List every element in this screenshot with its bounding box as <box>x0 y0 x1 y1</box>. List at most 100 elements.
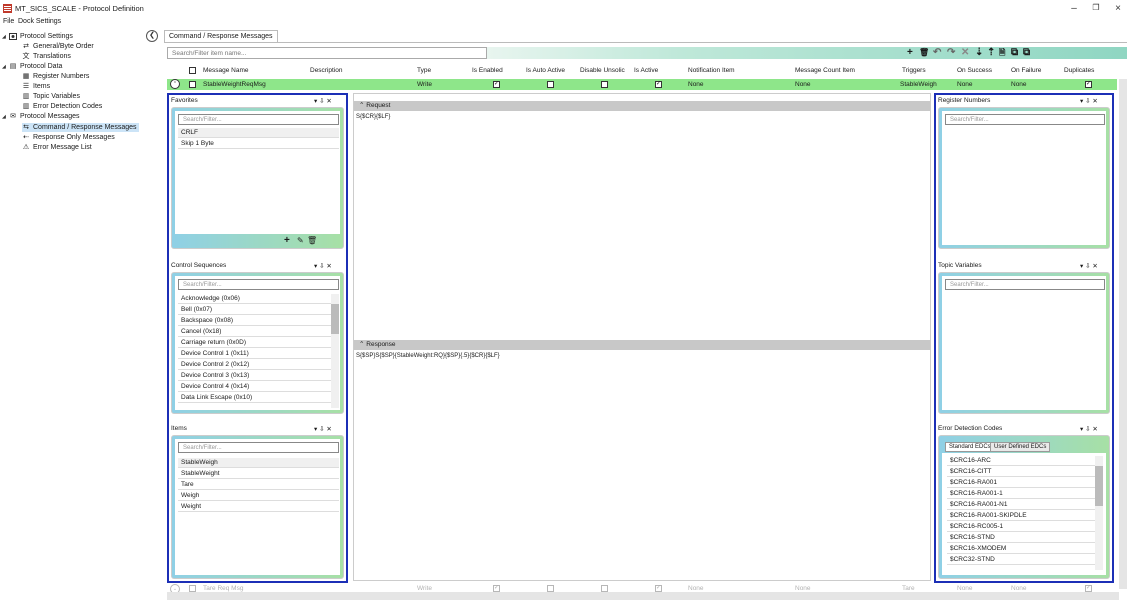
delete-favorite-icon[interactable]: 🗑 <box>307 236 317 245</box>
duplicates-checkbox[interactable]: ✓ <box>1085 585 1092 592</box>
tab-standard-edcs[interactable]: Standard EDCs <box>945 442 995 452</box>
list-item[interactable]: $CRC16-RA001 <box>947 478 1095 488</box>
favorites-panel-controls[interactable]: ▾ ⇩ ✕ <box>314 97 332 105</box>
move-up-icon[interactable]: ⇡ <box>987 47 995 59</box>
edit-favorite-icon[interactable]: ✎ <box>297 236 304 245</box>
col-message-name[interactable]: Message Name <box>203 67 249 74</box>
message-search-input[interactable]: Search/Filter item name... <box>167 47 487 59</box>
is-enabled-checkbox[interactable]: ✓ <box>493 585 500 592</box>
list-item[interactable]: $CRC16-STND <box>947 533 1095 543</box>
list-item[interactable]: Weigh <box>178 491 339 501</box>
col-message-count-item[interactable]: Message Count Item <box>795 67 855 74</box>
tree-item-protocol-settings[interactable]: ◢ Protocol Settings <box>2 32 73 41</box>
cell-notification-item[interactable]: None <box>688 585 704 592</box>
topic-variables-search-input[interactable]: Search/Filter... <box>945 279 1105 290</box>
list-item[interactable]: Device Control 1 (0x11) <box>178 349 331 359</box>
response-text[interactable]: S{$SP}S{$SP}{StableWeight:RQ}{$SP}{.5}{$… <box>356 353 500 359</box>
menu-dock-settings[interactable]: Dock Settings <box>18 18 61 25</box>
tree-item-response-only-messages[interactable]: ⇠ Response Only Messages <box>22 133 115 142</box>
cell-message-count-item[interactable]: None <box>795 81 811 88</box>
list-item[interactable]: Device Control 3 (0x13) <box>178 371 331 381</box>
grid-horizontal-scrollbar[interactable] <box>167 592 1119 600</box>
control-sequences-scroll-thumb[interactable] <box>331 304 339 334</box>
cell-triggers[interactable]: StableWeigh <box>900 81 937 88</box>
list-item[interactable]: Carriage return (0x0D) <box>178 338 331 348</box>
is-auto-active-checkbox[interactable] <box>547 81 554 88</box>
table-row[interactable]: ⌃ StableWeightReqMsg Write ✓ ✓ None None… <box>167 79 1117 90</box>
register-numbers-panel-controls[interactable]: ▾ ⇩ ✕ <box>1080 97 1098 105</box>
control-sequences-panel-controls[interactable]: ▾ ⇩ ✕ <box>314 262 332 270</box>
list-item[interactable]: $CRC16-RA001-1 <box>947 489 1095 499</box>
topic-variables-panel-controls[interactable]: ▾ ⇩ ✕ <box>1080 262 1098 270</box>
tree-item-items[interactable]: ☰ Items <box>22 82 50 91</box>
list-item[interactable]: StableWeight <box>178 469 339 479</box>
favorites-search-input[interactable]: Search/Filter... <box>178 114 339 125</box>
list-item[interactable]: $CRC16-RA001-N1 <box>947 500 1095 510</box>
cell-triggers[interactable]: Tare <box>902 585 915 592</box>
add-icon[interactable]: + <box>907 47 913 59</box>
tab-command-response-messages[interactable]: Command / Response Messages <box>164 30 278 42</box>
cell-message-name[interactable]: StableWeightReqMsg <box>203 81 266 88</box>
edc-panel-controls[interactable]: ▾ ⇩ ✕ <box>1080 425 1098 433</box>
maximize-button[interactable]: ❐ <box>1089 3 1103 12</box>
list-item[interactable]: Acknowledge (0x06) <box>178 294 331 304</box>
list-item[interactable]: Tare <box>178 480 339 490</box>
request-header[interactable]: ⌃ Request <box>354 101 930 111</box>
list-item[interactable]: $CRC16-XMODEM <box>947 544 1095 554</box>
collapse-response-icon[interactable]: ⌃ <box>359 341 364 348</box>
items-search-input[interactable]: Search/Filter... <box>178 442 339 453</box>
list-item[interactable]: Device Control 4 (0x14) <box>178 382 331 392</box>
minimize-button[interactable]: – <box>1067 3 1081 14</box>
list-item[interactable]: $CRC16-RC005-1 <box>947 522 1095 532</box>
row-select-checkbox[interactable] <box>189 585 196 592</box>
close-button[interactable]: × <box>1111 3 1125 14</box>
paste-special-icon[interactable]: ⧉ <box>1023 47 1030 59</box>
items-panel-controls[interactable]: ▾ ⇩ ✕ <box>314 425 332 433</box>
menu-file[interactable]: File <box>3 18 14 25</box>
tree-item-translations[interactable]: 文 Translations <box>22 52 71 61</box>
cell-on-success[interactable]: None <box>957 585 973 592</box>
tree-item-topic-variables[interactable]: ▥ Topic Variables <box>22 92 80 101</box>
tree-item-general-byte-order[interactable]: ⇄ General/Byte Order <box>22 42 94 51</box>
col-is-auto-active[interactable]: Is Auto Active <box>526 67 565 74</box>
collapse-row-icon[interactable]: ⌃ <box>170 79 180 89</box>
redo-icon[interactable]: ↷ <box>947 47 955 59</box>
list-item[interactable]: CRLF <box>178 128 339 138</box>
collapse-request-icon[interactable]: ⌃ <box>359 102 364 109</box>
paste-icon[interactable]: ⧉ <box>1011 47 1018 59</box>
list-item[interactable]: Weight <box>178 502 339 512</box>
expand-arrow-icon[interactable]: ◢ <box>2 114 9 120</box>
col-on-failure[interactable]: On Failure <box>1011 67 1041 74</box>
select-all-checkbox[interactable] <box>189 67 196 74</box>
col-type[interactable]: Type <box>417 67 431 74</box>
list-item[interactable]: $CRC32-STND <box>947 555 1095 565</box>
cell-on-failure[interactable]: None <box>1011 585 1027 592</box>
duplicates-checkbox[interactable]: ✓ <box>1085 81 1092 88</box>
cell-message-count-item[interactable]: None <box>795 585 811 592</box>
disable-unsolic-checkbox[interactable] <box>601 81 608 88</box>
tab-user-defined-edcs[interactable]: User Defined EDCs <box>990 442 1051 452</box>
list-item[interactable]: $CRC16-ARC <box>947 456 1095 466</box>
undo-icon[interactable]: ↶ <box>933 47 941 59</box>
col-is-enabled[interactable]: Is Enabled <box>472 67 503 74</box>
tree-item-command-response-messages[interactable]: ⇆ Command / Response Messages <box>22 123 139 132</box>
is-auto-active-checkbox[interactable] <box>547 585 554 592</box>
list-item[interactable]: $CRC16-RA001-SKIPDLE <box>947 511 1095 521</box>
list-item[interactable]: Skip 1 Byte <box>178 139 339 149</box>
response-header[interactable]: ⌃ Response <box>354 340 930 350</box>
tree-item-error-detection-codes[interactable]: ▥ Error Detection Codes <box>22 102 103 111</box>
copy-icon[interactable]: 🗎 <box>999 47 1005 59</box>
delete-icon[interactable]: 🗑 <box>919 47 929 59</box>
cell-type[interactable]: Write <box>417 81 432 88</box>
is-active-checkbox[interactable]: ✓ <box>655 585 662 592</box>
request-text[interactable]: S{$CR}{$LF} <box>356 114 390 120</box>
add-favorite-icon[interactable]: + <box>284 235 290 246</box>
tree-item-register-numbers[interactable]: ▦ Register Numbers <box>22 72 90 81</box>
cell-on-failure[interactable]: None <box>1011 81 1027 88</box>
register-numbers-search-input[interactable]: Search/Filter... <box>945 114 1105 125</box>
is-enabled-checkbox[interactable]: ✓ <box>493 81 500 88</box>
edc-scroll-thumb[interactable] <box>1095 466 1103 506</box>
col-description[interactable]: Description <box>310 67 343 74</box>
list-item[interactable]: Cancel (0x18) <box>178 327 331 337</box>
col-disable-unsolic[interactable]: Disable Unsolic <box>580 67 625 74</box>
